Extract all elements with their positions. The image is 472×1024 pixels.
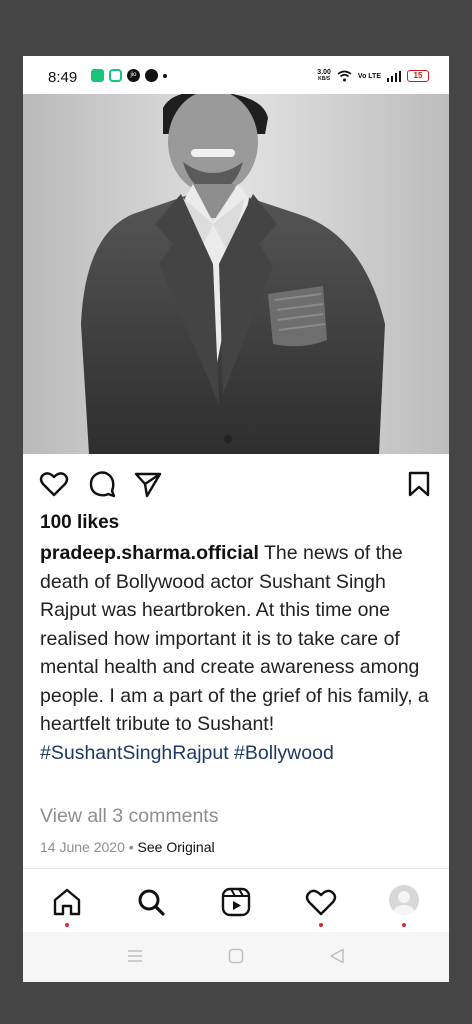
- messenger-icon: [145, 69, 158, 82]
- wifi-icon: [337, 70, 352, 82]
- heart-icon[interactable]: [39, 469, 69, 499]
- app-notification-icon-2: [109, 69, 122, 82]
- status-bar: 8:49 jio 3.00 KB/S Vo LTE 15: [23, 56, 449, 94]
- search-icon: [138, 889, 165, 916]
- default-avatar-icon: [393, 891, 415, 915]
- notification-dot: [319, 923, 323, 927]
- nav-search[interactable]: [134, 885, 168, 919]
- nav-activity[interactable]: [304, 885, 338, 927]
- nav-profile[interactable]: [389, 885, 423, 927]
- signal-icon: [387, 70, 401, 82]
- jio-icon: jio: [127, 69, 140, 82]
- share-icon[interactable]: [133, 469, 163, 499]
- home-icon: [53, 888, 81, 916]
- app-notification-icon: [91, 69, 104, 82]
- volte-indicator: Vo LTE: [357, 72, 381, 80]
- bookmark-icon[interactable]: [404, 469, 434, 499]
- home-square-icon[interactable]: [228, 948, 244, 964]
- comment-icon[interactable]: [87, 469, 117, 499]
- nav-reels[interactable]: [219, 885, 253, 919]
- system-status-icons: 3.00 KB/S Vo LTE 15: [317, 69, 429, 83]
- reels-icon: [221, 887, 251, 917]
- profile-avatar: [389, 885, 419, 915]
- likes-count[interactable]: 100 likes: [40, 512, 119, 534]
- post-caption: pradeep.sharma.official The news of the …: [40, 539, 435, 767]
- nav-home[interactable]: [50, 885, 84, 927]
- back-triangle-icon[interactable]: [329, 948, 345, 964]
- portrait-photo: [23, 94, 449, 454]
- activity-heart-icon: [305, 889, 337, 916]
- notification-icons: jio: [91, 69, 167, 82]
- battery-indicator: 15: [407, 70, 429, 82]
- view-comments-link[interactable]: View all 3 comments: [40, 805, 218, 828]
- caption-hashtags[interactable]: #SushantSinghRajput #Bollywood: [40, 742, 334, 764]
- system-navigation-bar: [23, 932, 449, 982]
- notification-dot: [402, 923, 406, 927]
- caption-username[interactable]: pradeep.sharma.official: [40, 542, 259, 564]
- separator-dot: •: [128, 839, 134, 855]
- status-time: 8:49: [48, 69, 78, 86]
- notification-dot: [65, 923, 69, 927]
- post-actions: [23, 461, 449, 505]
- bottom-navigation: [23, 868, 449, 933]
- more-notifications-dot: [163, 73, 167, 78]
- menu-icon[interactable]: [127, 948, 143, 964]
- post-image[interactable]: [23, 94, 449, 454]
- see-original-link[interactable]: See Original: [138, 839, 215, 855]
- post-date: 14 June 2020: [40, 839, 125, 855]
- network-speed: 3.00 KB/S: [317, 69, 331, 82]
- post-date-row: 14 June 2020 • See Original: [40, 839, 215, 855]
- caption-text: The news of the death of Bollywood actor…: [40, 542, 429, 735]
- phone-screen: 8:49 jio 3.00 KB/S Vo LTE 15 100 likes p…: [23, 56, 449, 982]
